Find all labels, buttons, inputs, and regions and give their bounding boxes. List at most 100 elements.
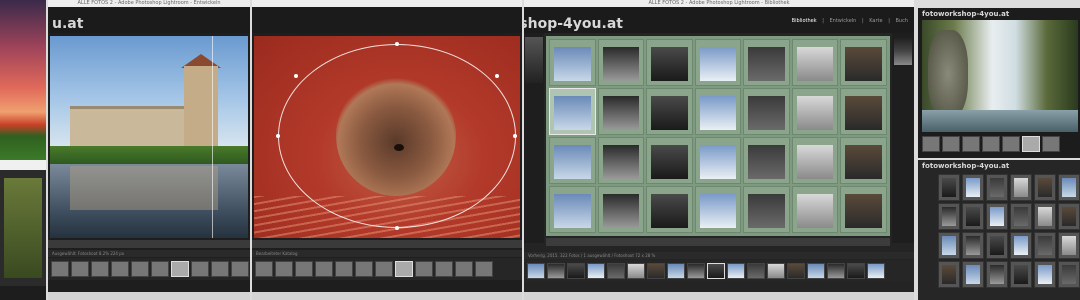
film-thumb[interactable] <box>255 261 273 277</box>
grid-thumbnail[interactable] <box>1062 236 1076 255</box>
radial-filter-ellipse[interactable] <box>278 44 516 228</box>
grid-thumbnail[interactable] <box>1038 265 1052 284</box>
film-thumb[interactable] <box>131 261 149 277</box>
grid-thumbnail[interactable] <box>651 194 688 228</box>
grid-cell[interactable] <box>986 203 1008 230</box>
toolbar[interactable] <box>252 240 522 248</box>
grid-thumbnail[interactable] <box>1014 265 1028 284</box>
film-thumb[interactable] <box>982 136 1000 152</box>
grid-cell[interactable] <box>938 261 960 288</box>
grid-thumbnail[interactable] <box>942 236 956 255</box>
grid-cell[interactable] <box>1034 174 1056 201</box>
film-thumb[interactable] <box>587 263 605 279</box>
film-thumb[interactable] <box>942 136 960 152</box>
grid-cell[interactable] <box>743 88 790 135</box>
grid-cell[interactable] <box>938 174 960 201</box>
grid-thumbnail[interactable] <box>554 145 591 179</box>
grid-thumbnail[interactable] <box>990 236 1004 255</box>
grid-thumbnail[interactable] <box>990 265 1004 284</box>
module-develop[interactable]: Entwickeln <box>829 18 856 24</box>
filmstrip[interactable] <box>48 258 250 280</box>
grid-thumbnail[interactable] <box>602 47 640 81</box>
grid-cell[interactable] <box>986 232 1008 259</box>
grid-thumbnail[interactable] <box>651 145 688 179</box>
film-thumb[interactable] <box>275 261 293 277</box>
grid-thumbnail[interactable] <box>1062 207 1076 226</box>
film-thumb[interactable] <box>335 261 353 277</box>
grid-thumbnail[interactable] <box>748 96 785 130</box>
grid-thumbnail[interactable] <box>1038 236 1052 255</box>
grid-thumbnail[interactable] <box>990 207 1004 226</box>
film-thumb[interactable] <box>547 263 565 279</box>
grid-thumbnail[interactable] <box>554 96 591 130</box>
grid-cell[interactable] <box>743 186 790 233</box>
toolbar[interactable] <box>48 240 250 248</box>
film-thumb-selected[interactable] <box>707 263 725 279</box>
filmstrip[interactable] <box>922 136 1078 154</box>
film-thumb[interactable] <box>111 261 129 277</box>
grid-cell[interactable] <box>840 88 887 135</box>
grid-cell[interactable] <box>646 137 693 184</box>
grid-thumbnail[interactable] <box>651 47 688 81</box>
grid-thumbnail[interactable] <box>699 194 737 228</box>
histogram-panel[interactable] <box>892 33 914 243</box>
grid-cell[interactable] <box>549 39 596 86</box>
filter-handle-corner[interactable] <box>495 74 499 78</box>
grid-thumbnail[interactable] <box>699 145 737 179</box>
filter-handle-left[interactable] <box>276 134 280 138</box>
film-thumb-selected[interactable] <box>1022 136 1040 152</box>
grid-thumbnail[interactable] <box>602 96 640 130</box>
grid-cell[interactable] <box>1010 174 1032 201</box>
grid-thumbnail[interactable] <box>845 96 882 130</box>
grid-cell[interactable] <box>986 174 1008 201</box>
grid-thumbnail[interactable] <box>1014 236 1028 255</box>
grid-thumbnail[interactable] <box>942 207 956 226</box>
grid-thumbnail[interactable] <box>602 145 640 179</box>
filter-handle-top[interactable] <box>395 42 399 46</box>
filter-handle-right[interactable] <box>513 134 517 138</box>
film-thumb[interactable] <box>151 261 169 277</box>
film-thumb[interactable] <box>727 263 745 279</box>
grid-cell[interactable] <box>791 39 839 86</box>
ruin-photo[interactable] <box>50 36 248 238</box>
grid-thumbnail[interactable] <box>845 47 882 81</box>
grid-thumbnail[interactable] <box>1014 178 1028 197</box>
module-library[interactable]: Bibliothek <box>792 18 817 24</box>
grid-thumbnail[interactable] <box>748 145 785 179</box>
grid-cell[interactable] <box>646 39 693 86</box>
grid-thumbnail[interactable] <box>748 194 785 228</box>
grid-cell[interactable] <box>694 39 742 86</box>
film-thumb[interactable] <box>191 261 209 277</box>
grid-thumbnail[interactable] <box>796 145 834 179</box>
filmstrip[interactable] <box>252 258 522 280</box>
film-thumb[interactable] <box>231 261 249 277</box>
film-thumb[interactable] <box>435 261 453 277</box>
film-thumb[interactable] <box>211 261 229 277</box>
film-thumb[interactable] <box>867 263 885 279</box>
grid-cell[interactable] <box>791 186 839 233</box>
film-thumb[interactable] <box>922 136 940 152</box>
film-thumb[interactable] <box>1002 136 1020 152</box>
grid-thumbnail[interactable] <box>796 194 834 228</box>
module-map[interactable]: Karte <box>869 18 882 24</box>
grid-cell[interactable] <box>694 186 742 233</box>
film-thumb-selected[interactable] <box>395 261 413 277</box>
grid-thumbnail[interactable] <box>1062 178 1076 197</box>
grid-thumbnail[interactable] <box>845 194 882 228</box>
film-thumb[interactable] <box>355 261 373 277</box>
film-thumb[interactable] <box>567 263 585 279</box>
film-thumb[interactable] <box>962 136 980 152</box>
grid-thumbnail[interactable] <box>651 96 688 130</box>
grid-cell[interactable] <box>1034 261 1056 288</box>
film-thumb-selected[interactable] <box>171 261 189 277</box>
grid-thumbnail[interactable] <box>554 47 591 81</box>
grid-thumbnail[interactable] <box>796 47 834 81</box>
grid-cell[interactable] <box>1034 232 1056 259</box>
grid-cell[interactable] <box>1010 232 1032 259</box>
grid-cell[interactable] <box>1058 261 1080 288</box>
grid-cell[interactable] <box>549 186 596 233</box>
grid-thumbnail[interactable] <box>966 265 980 284</box>
grid-cell[interactable] <box>1010 261 1032 288</box>
grid-thumbnail[interactable] <box>748 47 785 81</box>
grid-cell[interactable] <box>791 137 839 184</box>
